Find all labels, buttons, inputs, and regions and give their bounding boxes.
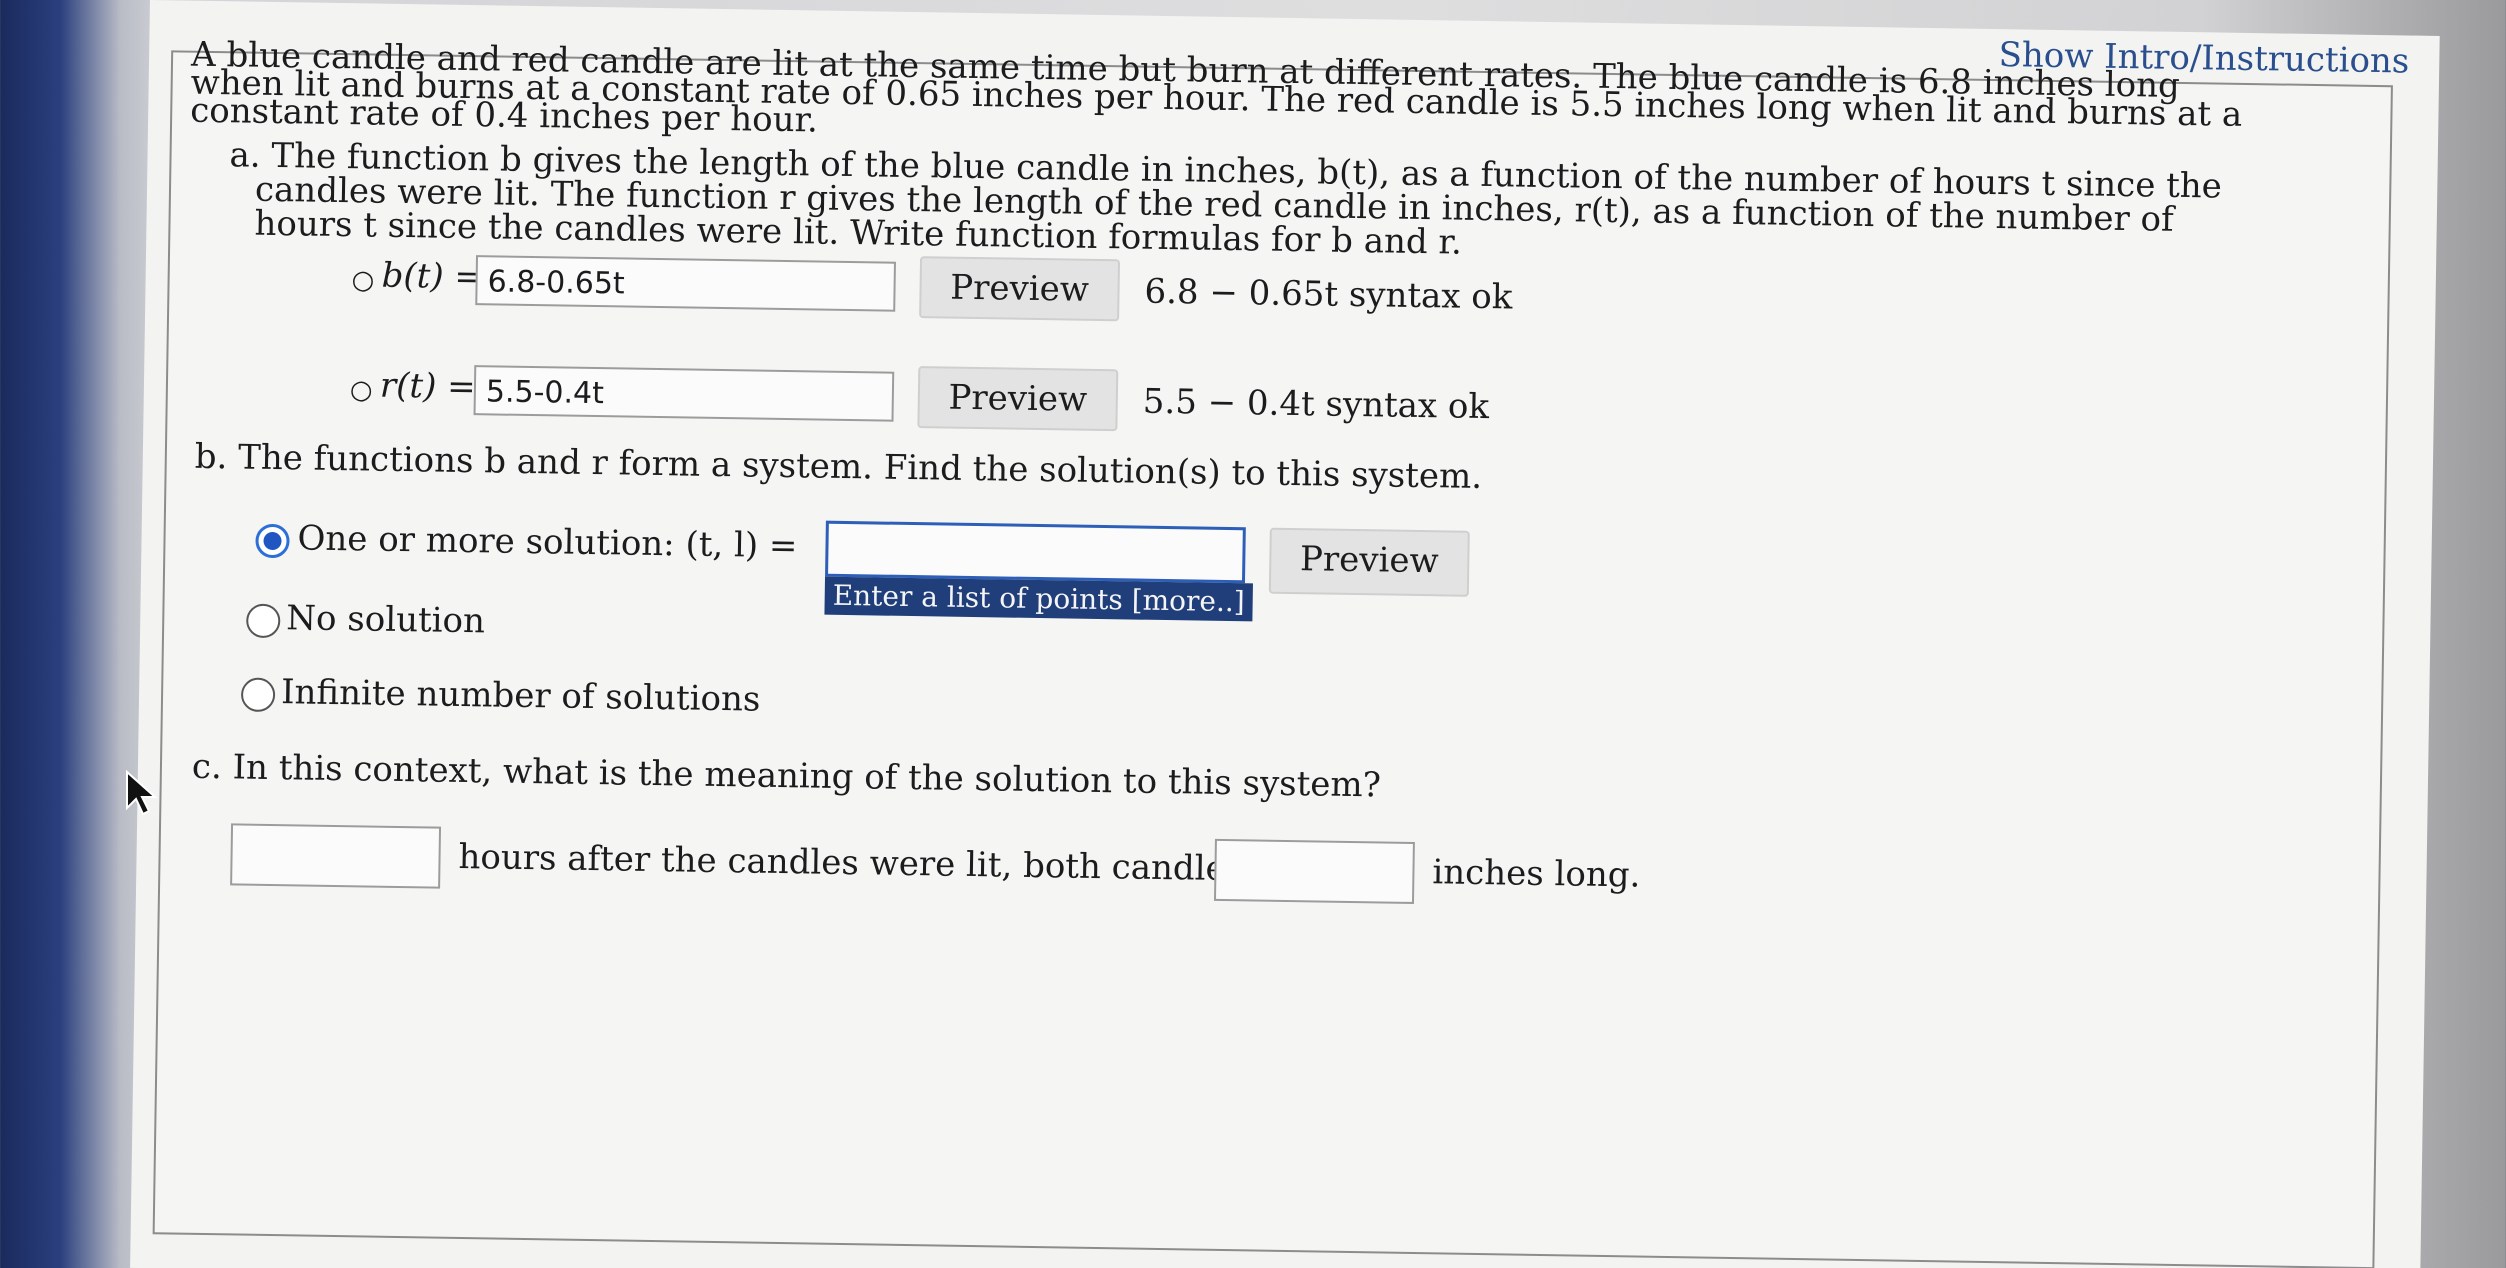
bullet-icon: ○ <box>349 375 373 406</box>
part-c-question: c. In this context, what is the meaning … <box>191 746 1382 806</box>
b-label: b(t) = <box>381 255 484 298</box>
r-formula-input[interactable]: 5.5-0.4t <box>473 365 895 422</box>
solution-preview-button[interactable]: Preview <box>1268 527 1470 597</box>
r-preview-button[interactable]: Preview <box>917 366 1119 432</box>
radio-one-or-more[interactable] <box>255 523 290 559</box>
solution-input[interactable] <box>825 520 1246 584</box>
problem-box: A blue candle and red candle are lit at … <box>152 35 2393 1268</box>
b-preview-button[interactable]: Preview <box>919 256 1121 322</box>
b-formula-input[interactable]: 6.8-0.65t <box>475 255 896 312</box>
radio-no-solution[interactable] <box>245 603 281 639</box>
hours-input[interactable] <box>230 823 442 889</box>
inches-input[interactable] <box>1213 838 1415 904</box>
part-c-end-text: inches long. <box>1432 852 1641 896</box>
mouse-cursor-icon <box>126 770 158 816</box>
option-one-label: One or more solution: (t, l) = <box>297 518 798 567</box>
r-preview-result: 5.5 − 0.4t syntax ok <box>1142 381 1490 428</box>
bullet-icon: ○ <box>351 265 375 296</box>
part-c-mid-text: hours after the candles were lit, both c… <box>458 836 1311 891</box>
problem-page: Show Intro/Instructions A blue candle an… <box>130 0 2440 1268</box>
part-b-question: b. The functions b and r form a system. … <box>194 436 1483 497</box>
option-none-label: No solution <box>285 598 486 642</box>
radio-infinite[interactable] <box>240 677 276 713</box>
r-label: r(t) = <box>379 365 477 408</box>
option-infinite-label: Infinite number of solutions <box>280 672 761 720</box>
b-preview-result: 6.8 − 0.65t syntax ok <box>1144 271 1513 318</box>
points-tooltip[interactable]: Enter a list of points [more..] <box>824 576 1254 622</box>
